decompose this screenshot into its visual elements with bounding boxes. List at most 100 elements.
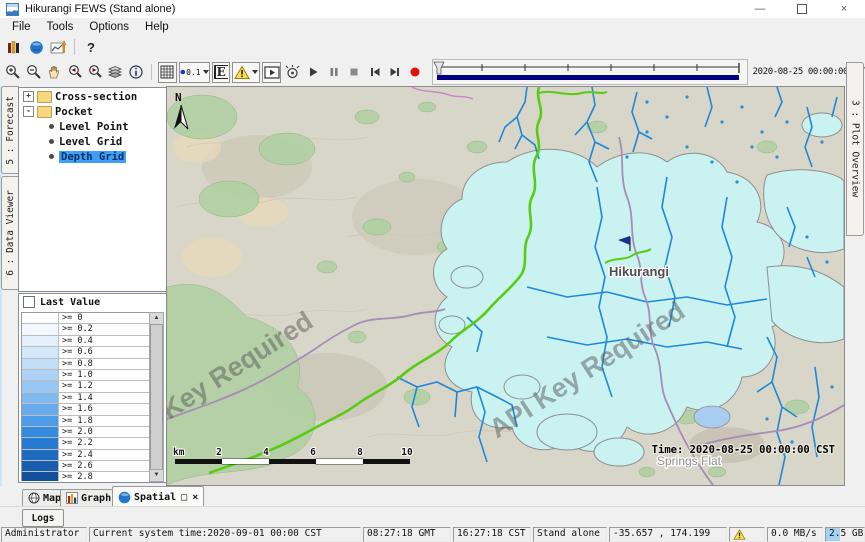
pond	[694, 406, 730, 428]
map-display-button[interactable]	[26, 36, 46, 58]
zoom-previous-button[interactable]	[65, 61, 83, 83]
maximize-button[interactable]	[781, 0, 823, 18]
collapse-icon[interactable]: -	[23, 106, 34, 117]
minimize-button[interactable]: —	[739, 0, 781, 18]
go-to-end-button[interactable]	[386, 61, 404, 83]
status-warning-cell[interactable]	[729, 527, 765, 542]
legend-row: >= 2.0	[22, 427, 150, 438]
class-interval-dropdown[interactable]: 0.1	[179, 62, 210, 83]
close-button[interactable]: ×	[823, 0, 865, 18]
status-user: Administrator	[1, 527, 87, 542]
map-canvas[interactable]: API Key Required API Key Required Hikura…	[167, 87, 844, 485]
legend-color-swatch	[22, 427, 59, 437]
legend-color-swatch	[22, 381, 59, 391]
legend-value-label: >= 2.2	[59, 438, 150, 448]
menu-item[interactable]: Help	[137, 21, 177, 33]
zoom-in-button[interactable]	[4, 61, 22, 83]
logs-button[interactable]: Logs	[22, 509, 64, 527]
scrollbar-thumb[interactable]	[150, 324, 163, 470]
legend-color-swatch	[22, 450, 59, 460]
legend-panel: Last Value >= 0 >= 0.2 >= 0.4 >= 0.6 >= …	[18, 293, 167, 483]
legend-color-swatch	[22, 336, 59, 346]
grid-display-button[interactable]	[158, 62, 176, 83]
timeline-thumb[interactable]	[434, 62, 444, 74]
legend-color-swatch	[22, 370, 59, 380]
pan-button[interactable]	[45, 61, 63, 83]
archive-database-button[interactable]	[4, 36, 24, 58]
record-icon	[408, 65, 422, 79]
animation-settings-button[interactable]	[283, 61, 302, 83]
info-icon	[128, 64, 144, 80]
layers-button[interactable]	[106, 61, 124, 83]
tab-plot-overview[interactable]: 3 : Plot Overview	[846, 62, 864, 236]
interval-dot-icon	[180, 69, 186, 75]
tab-spatial[interactable]: Spatial □ ×	[112, 486, 204, 507]
zoom-out-button[interactable]	[24, 61, 42, 83]
stop-icon	[347, 65, 361, 79]
label-springs-flat: Springs Flat	[657, 454, 722, 468]
stop-button[interactable]	[345, 61, 363, 83]
status-local-time: 16:27:18 CST	[453, 527, 531, 542]
tree-node-level-point[interactable]: Level Point	[49, 120, 166, 133]
info-button[interactable]	[127, 61, 145, 83]
timeline-slider[interactable]	[432, 59, 748, 85]
legend-row: >= 2.2	[22, 438, 150, 449]
help-button[interactable]: ?	[81, 36, 101, 58]
status-network-rate: 0.0 MB/s	[767, 527, 823, 542]
tree-node-cross-section[interactable]: + Cross-section	[19, 90, 166, 103]
tab-data-viewer[interactable]: 6 : Data Viewer	[1, 176, 19, 290]
bullet-icon	[49, 154, 54, 159]
tab-forecast[interactable]: 5 : Forecast	[1, 86, 19, 174]
close-pane-icon[interactable]: ×	[192, 492, 198, 503]
help-icon: ?	[82, 40, 100, 55]
toolbar-separator	[151, 64, 152, 80]
legend-color-swatch	[22, 438, 59, 448]
toolbar-separator	[74, 39, 75, 55]
map-view[interactable]: API Key Required API Key Required Hikura…	[166, 86, 845, 486]
app-icon	[6, 3, 19, 16]
record-button[interactable]	[406, 61, 424, 83]
main-area: 5 : Forecast 6 : Data Viewer + Cross-sec…	[0, 86, 865, 486]
timeline-span-bar	[437, 75, 739, 80]
timeseries-dialog-button[interactable]	[48, 36, 68, 58]
legend-color-swatch	[22, 347, 59, 357]
menu-item[interactable]: File	[4, 21, 39, 33]
pause-button[interactable]	[324, 61, 342, 83]
svg-text:10: 10	[401, 447, 413, 458]
menu-bar: FileToolsOptionsHelp	[0, 18, 865, 36]
menu-item[interactable]: Tools	[39, 21, 82, 33]
legend-value-label: >= 2.4	[59, 450, 150, 460]
skip-start-icon	[368, 65, 382, 79]
tab-graph-label: Graph	[81, 493, 111, 504]
legend-scrollbar[interactable]: ▲ ▼	[149, 312, 164, 482]
layers-icon	[107, 64, 123, 80]
play-button[interactable]	[304, 61, 322, 83]
wireframe-globe-icon	[28, 492, 40, 504]
archive-icon	[6, 40, 22, 55]
logs-row: Logs	[0, 506, 865, 528]
legend-row: >= 0.2	[22, 324, 150, 335]
legend-title: Last Value	[40, 297, 100, 308]
status-memory: 2.5 GB	[825, 527, 865, 542]
go-to-start-button[interactable]	[365, 61, 383, 83]
zoom-in-icon	[5, 64, 21, 80]
zoom-next-button[interactable]	[86, 61, 104, 83]
tree-node-pocket[interactable]: - Pocket	[19, 105, 166, 118]
expand-icon[interactable]: +	[23, 91, 34, 102]
globe-icon	[29, 40, 44, 55]
bottom-tab-bar: Map Graph Spatial □ ×	[0, 486, 865, 506]
last-value-checkbox[interactable]	[23, 296, 35, 308]
tree-node-level-grid[interactable]: Level Grid	[49, 135, 166, 148]
status-bar: Administrator Current system time:2020-0…	[0, 527, 865, 542]
warnings-dropdown[interactable]	[232, 62, 261, 83]
tab-graph[interactable]: Graph	[60, 489, 117, 507]
legend-value-label: >= 0.2	[59, 324, 150, 334]
menu-item[interactable]: Options	[81, 21, 137, 33]
legend-row: >= 1.4	[22, 393, 150, 404]
tree-node-depth-grid[interactable]: Depth Grid	[49, 150, 166, 163]
restore-pane-icon[interactable]: □	[181, 492, 187, 503]
scroll-down-button[interactable]: ▼	[150, 469, 163, 481]
svg-text:4: 4	[263, 447, 269, 458]
legend-toggle-button[interactable]: E	[212, 62, 230, 83]
movie-export-button[interactable]	[262, 62, 280, 83]
